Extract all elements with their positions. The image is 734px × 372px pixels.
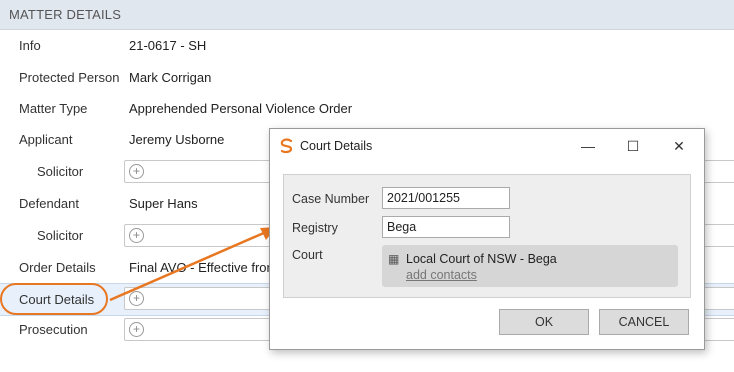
court-label: Court <box>292 248 323 262</box>
close-icon[interactable]: ✕ <box>670 137 688 155</box>
cancel-button[interactable]: CANCEL <box>599 309 689 335</box>
add-contacts-link[interactable]: add contacts <box>406 268 477 282</box>
court-selection[interactable]: ▦ Local Court of NSW - Bega add contacts <box>382 245 678 287</box>
court-details-dialog: Court Details — ☐ ✕ Case Number Registry… <box>269 128 705 350</box>
dialog-title: Court Details <box>300 139 373 153</box>
app-logo-icon <box>280 138 293 154</box>
registry-input[interactable] <box>382 216 510 238</box>
registry-label: Registry <box>292 221 338 235</box>
court-name: Local Court of NSW - Bega <box>406 252 557 266</box>
minimize-icon[interactable]: — <box>579 137 597 155</box>
dialog-titlebar: Court Details — ☐ ✕ <box>270 129 704 163</box>
case-number-label: Case Number <box>292 192 370 206</box>
ok-button[interactable]: OK <box>499 309 589 335</box>
building-icon: ▦ <box>388 252 400 266</box>
case-number-input[interactable] <box>382 187 510 209</box>
maximize-icon[interactable]: ☐ <box>624 137 642 155</box>
court-form-panel: Case Number Registry Court ▦ Local Court… <box>283 174 691 298</box>
